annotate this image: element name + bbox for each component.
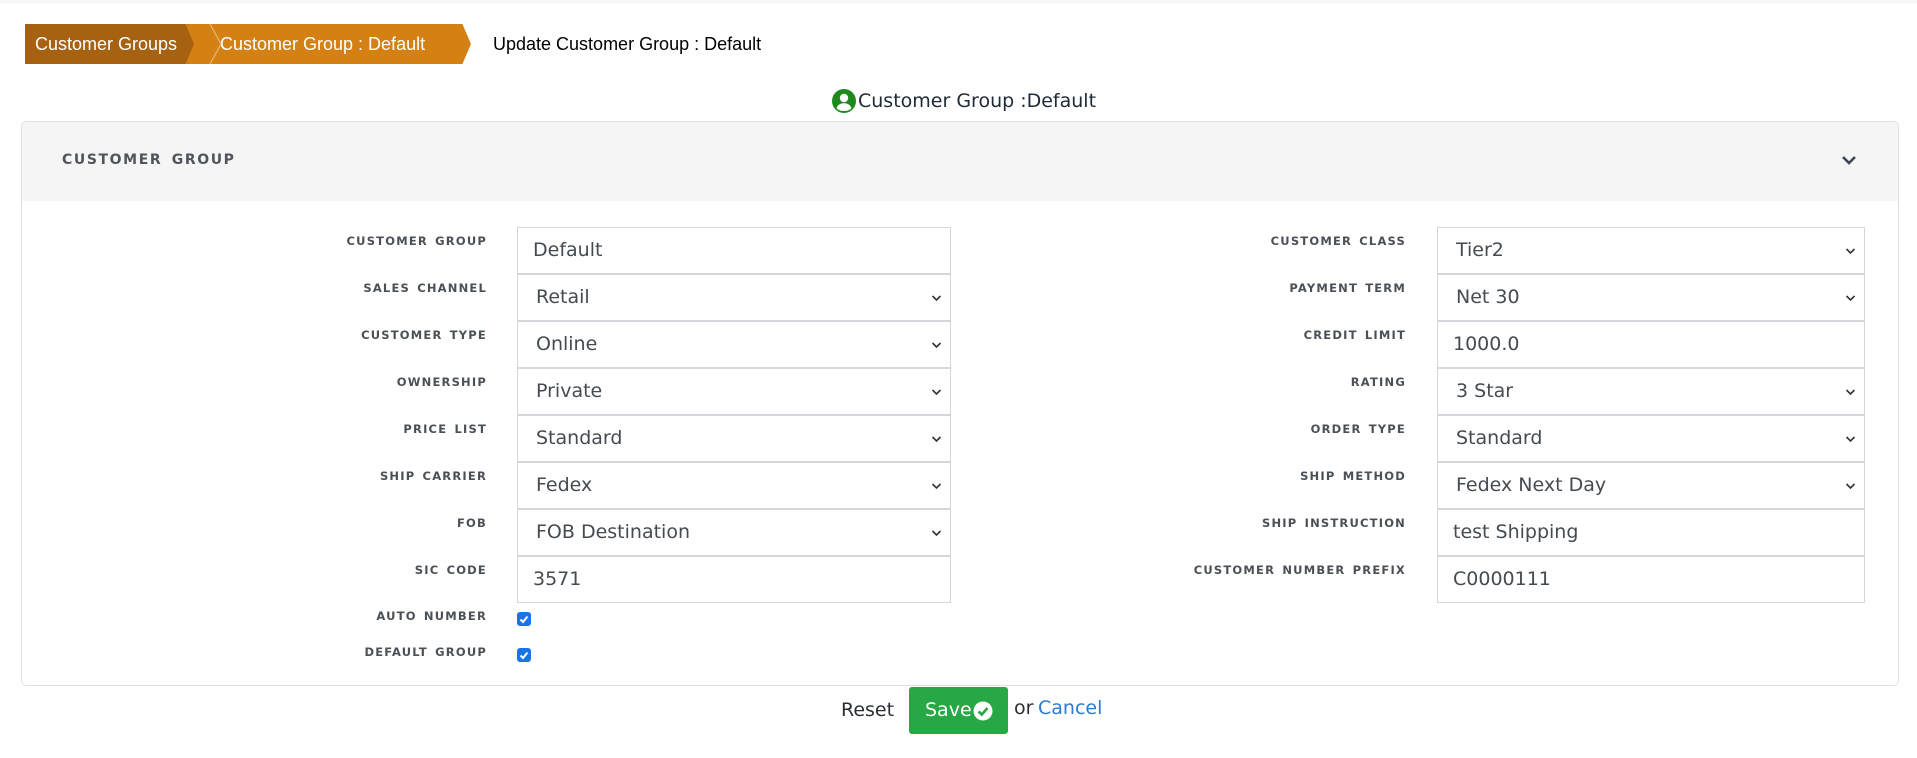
chevron-down-icon — [931, 295, 942, 302]
order-type-select[interactable]: Standard — [1437, 415, 1865, 462]
form-row-ship-method: SHIP METHOD Fedex Next Day — [962, 462, 1898, 509]
ship-carrier-value: Fedex — [536, 474, 593, 496]
rating-value: 3 Star — [1456, 380, 1514, 402]
customer-class-value: Tier2 — [1456, 239, 1504, 261]
chevron-down-icon — [1845, 483, 1856, 490]
chevron-down-icon — [931, 342, 942, 349]
page-title: Customer Group :Default — [832, 86, 1096, 116]
sales-channel-select[interactable]: Retail — [517, 274, 951, 321]
chevron-down-icon — [931, 436, 942, 443]
form-row-ship-instruction: SHIP INSTRUCTION test Shipping — [962, 509, 1898, 556]
breadcrumb-current: Update Customer Group : Default — [493, 34, 762, 54]
form-row-sic-code: SIC CODE 3571 — [22, 556, 962, 603]
chevron-down-icon — [931, 483, 942, 490]
ownership-select[interactable]: Private — [517, 368, 951, 415]
chevron-down-icon — [1845, 389, 1856, 396]
chevron-down-icon — [931, 389, 942, 396]
top-bar — [0, 0, 1917, 3]
payment-term-label: PAYMENT TERM — [1289, 281, 1406, 295]
chevron-down-icon — [1845, 248, 1856, 255]
checkmark-icon — [519, 651, 529, 660]
order-type-value: Standard — [1456, 427, 1543, 449]
form-row-customer-class: CUSTOMER CLASS Tier2 — [962, 227, 1898, 274]
form-row-rating: RATING 3 Star — [962, 368, 1898, 415]
price-list-value: Standard — [536, 427, 623, 449]
customer-type-select[interactable]: Online — [517, 321, 951, 368]
default-group-checkbox[interactable] — [517, 648, 531, 662]
save-label: Save — [925, 699, 972, 721]
panel-title: CUSTOMER GROUP — [62, 152, 236, 168]
ship-instruction-input[interactable]: test Shipping — [1437, 509, 1865, 556]
ship-method-label: SHIP METHOD — [1300, 469, 1406, 483]
fob-label: FOB — [457, 516, 487, 530]
sales-channel-value: Retail — [536, 286, 590, 308]
form-row-payment-term: PAYMENT TERM Net 30 — [962, 274, 1898, 321]
form-row-customer-group: CUSTOMER GROUP Default — [22, 227, 962, 274]
customer-group-input[interactable]: Default — [517, 227, 951, 274]
ship-instruction-label: SHIP INSTRUCTION — [1261, 516, 1406, 530]
ship-method-value: Fedex Next Day — [1456, 474, 1607, 496]
rating-select[interactable]: 3 Star — [1437, 368, 1865, 415]
customer-class-label: CUSTOMER CLASS — [1270, 234, 1406, 248]
checkmark-icon — [519, 615, 529, 624]
form-row-price-list: PRICE LIST Standard — [22, 415, 962, 462]
form-row-customer-type: CUSTOMER TYPE Online — [22, 321, 962, 368]
page-title-text: Customer Group :Default — [858, 90, 1097, 112]
ship-carrier-select[interactable]: Fedex — [517, 462, 951, 509]
default-group-label: DEFAULT GROUP — [364, 645, 487, 659]
breadcrumb-separator-icon — [209, 24, 222, 64]
payment-term-select[interactable]: Net 30 — [1437, 274, 1865, 321]
ship-method-select[interactable]: Fedex Next Day — [1437, 462, 1865, 509]
chevron-down-icon — [1845, 436, 1856, 443]
fob-select[interactable]: FOB Destination — [517, 509, 951, 556]
customer-number-prefix-label: CUSTOMER NUMBER PREFIX — [1193, 563, 1406, 577]
user-circle-icon — [832, 89, 856, 113]
form-row-order-type: ORDER TYPE Standard — [962, 415, 1898, 462]
breadcrumb-item-customer-groups[interactable]: Customer Groups — [25, 24, 194, 64]
customer-type-value: Online — [536, 333, 598, 355]
breadcrumb-item-customer-group-default[interactable]: Customer Group : Default — [184, 24, 471, 64]
auto-number-checkbox[interactable] — [517, 612, 531, 626]
or-text: or — [1014, 697, 1034, 719]
ownership-value: Private — [536, 380, 603, 402]
credit-limit-input[interactable]: 1000.0 — [1437, 321, 1865, 368]
price-list-select[interactable]: Standard — [517, 415, 951, 462]
ownership-label: OWNERSHIP — [396, 375, 487, 389]
customer-group-panel: CUSTOMER GROUP CUSTOMER GROUP Default SA… — [21, 121, 1899, 686]
panel-header[interactable]: CUSTOMER GROUP — [22, 122, 1898, 201]
price-list-label: PRICE LIST — [403, 422, 487, 436]
form-row-credit-limit: CREDIT LIMIT 1000.0 — [962, 321, 1898, 368]
form-row-auto-number: AUTO NUMBER — [22, 603, 962, 639]
form-row-fob: FOB FOB Destination — [22, 509, 962, 556]
form-row-customer-number-prefix: CUSTOMER NUMBER PREFIX C0000111 — [962, 556, 1898, 603]
customer-type-label: CUSTOMER TYPE — [361, 328, 487, 342]
form-row-sales-channel: SALES CHANNEL Retail — [22, 274, 962, 321]
sales-channel-label: SALES CHANNEL — [363, 281, 487, 295]
save-button[interactable]: Save — [909, 687, 1008, 734]
chevron-down-icon — [931, 530, 942, 537]
cancel-link[interactable]: Cancel — [1038, 697, 1102, 719]
form-row-ship-carrier: SHIP CARRIER Fedex — [22, 462, 962, 509]
auto-number-label: AUTO NUMBER — [376, 609, 487, 623]
customer-group-label: CUSTOMER GROUP — [346, 234, 487, 248]
sic-code-input[interactable]: 3571 — [517, 556, 951, 603]
ship-carrier-label: SHIP CARRIER — [379, 469, 487, 483]
rating-label: RATING — [1350, 375, 1406, 389]
form-row-ownership: OWNERSHIP Private — [22, 368, 962, 415]
payment-term-value: Net 30 — [1456, 286, 1520, 308]
credit-limit-label: CREDIT LIMIT — [1303, 328, 1406, 342]
customer-number-prefix-input[interactable]: C0000111 — [1437, 556, 1865, 603]
sic-code-label: SIC CODE — [414, 563, 487, 577]
customer-class-select[interactable]: Tier2 — [1437, 227, 1865, 274]
fob-value: FOB Destination — [536, 521, 690, 543]
reset-button[interactable]: Reset — [841, 699, 894, 721]
form-row-default-group: DEFAULT GROUP — [22, 639, 962, 675]
chevron-down-icon[interactable] — [1840, 151, 1858, 169]
chevron-down-icon — [1845, 295, 1856, 302]
check-circle-icon — [973, 701, 993, 721]
order-type-label: ORDER TYPE — [1310, 422, 1406, 436]
